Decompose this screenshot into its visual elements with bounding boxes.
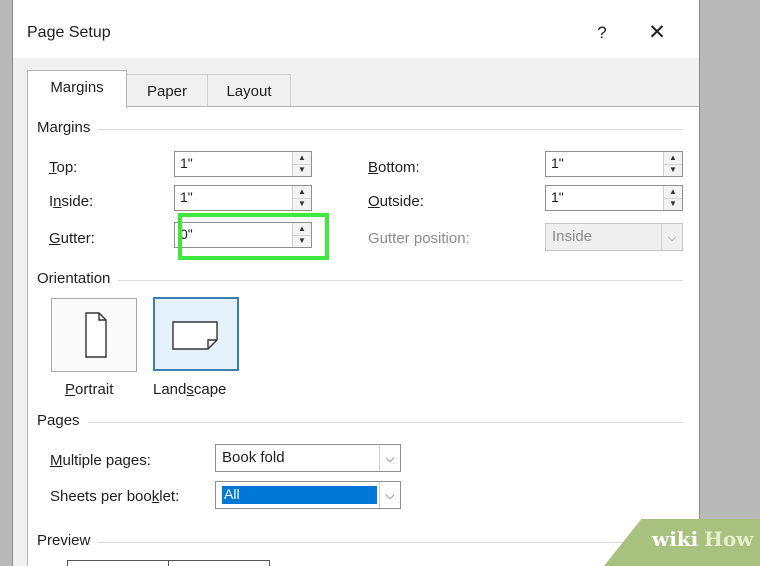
chevron-down-icon[interactable]: ⌵ <box>379 482 400 508</box>
multiple-pages-label: Multiple pages: <box>50 452 151 469</box>
landscape-page-icon <box>172 321 218 350</box>
gutter-position-label: Gutter position: <box>368 230 470 247</box>
pages-separator <box>43 422 683 423</box>
tab-layout[interactable]: Layout <box>207 74 291 109</box>
orientation-separator <box>43 280 683 281</box>
close-button[interactable]: ✕ <box>639 18 675 48</box>
top-label: Top: <box>49 159 78 176</box>
orientation-section-title: Orientation <box>37 270 119 287</box>
margins-section-title: Margins <box>37 119 99 136</box>
sheets-per-booklet-value: All <box>224 486 240 502</box>
preview-page-right <box>168 560 270 566</box>
tab-paper[interactable]: Paper <box>126 74 208 109</box>
inside-margin-value: 1" <box>180 189 193 205</box>
bottom-label: Bottom: <box>368 159 420 176</box>
outside-margin-stepper[interactable]: 1" ▲ ▼ <box>545 185 683 211</box>
inside-label: Inside: <box>49 193 94 210</box>
dialog-title: Page Setup <box>27 24 111 41</box>
spin-down-icon[interactable]: ▼ <box>664 198 682 210</box>
gutter-position-select: Inside ⌵ <box>545 223 683 251</box>
landscape-button[interactable] <box>153 297 239 371</box>
sheets-per-booklet-select[interactable]: All ⌵ <box>215 481 401 509</box>
top-margin-stepper[interactable]: 1" ▲ ▼ <box>174 151 312 177</box>
portrait-label: Portrait <box>65 381 114 398</box>
bottom-margin-value: 1" <box>551 155 564 171</box>
gutter-label: Gutter: <box>49 230 95 247</box>
landscape-label: Landscape <box>153 381 227 398</box>
chevron-down-icon: ⌵ <box>661 224 682 250</box>
chevron-down-icon[interactable]: ⌵ <box>379 445 400 471</box>
portrait-button[interactable] <box>51 298 137 372</box>
gutter-position-value: Inside <box>552 228 593 245</box>
portrait-page-icon <box>85 312 107 358</box>
multiple-pages-value: Book fold <box>222 449 285 466</box>
preview-section-title: Preview <box>37 532 99 549</box>
top-margin-value: 1" <box>180 155 193 171</box>
pages-section-title: Pages <box>37 412 88 429</box>
multiple-pages-select[interactable]: Book fold ⌵ <box>215 444 401 472</box>
watermark-how-text: How <box>704 527 754 551</box>
sheets-per-booklet-label: Sheets per booklet: <box>50 488 180 505</box>
inside-margin-stepper[interactable]: 1" ▲ ▼ <box>174 185 312 211</box>
page-setup-dialog: Page Setup ? ✕ Margins Paper Layout Marg… <box>12 0 700 566</box>
help-button[interactable]: ? <box>587 18 617 48</box>
gutter-highlight-box <box>178 213 329 260</box>
spin-down-icon[interactable]: ▼ <box>293 164 311 176</box>
outside-label: Outside: <box>368 193 424 210</box>
selected-text-highlight: All <box>222 486 377 504</box>
title-bar: Page Setup ? ✕ <box>13 0 699 58</box>
outside-margin-value: 1" <box>551 189 564 205</box>
spin-down-icon[interactable]: ▼ <box>293 198 311 210</box>
spin-down-icon[interactable]: ▼ <box>664 164 682 176</box>
tab-margins[interactable]: Margins <box>27 70 127 108</box>
margins-separator <box>43 129 683 130</box>
watermark-wiki-text: wiki <box>652 527 699 551</box>
bottom-margin-stepper[interactable]: 1" ▲ ▼ <box>545 151 683 177</box>
preview-separator <box>43 542 683 543</box>
preview-page-left <box>67 560 169 566</box>
